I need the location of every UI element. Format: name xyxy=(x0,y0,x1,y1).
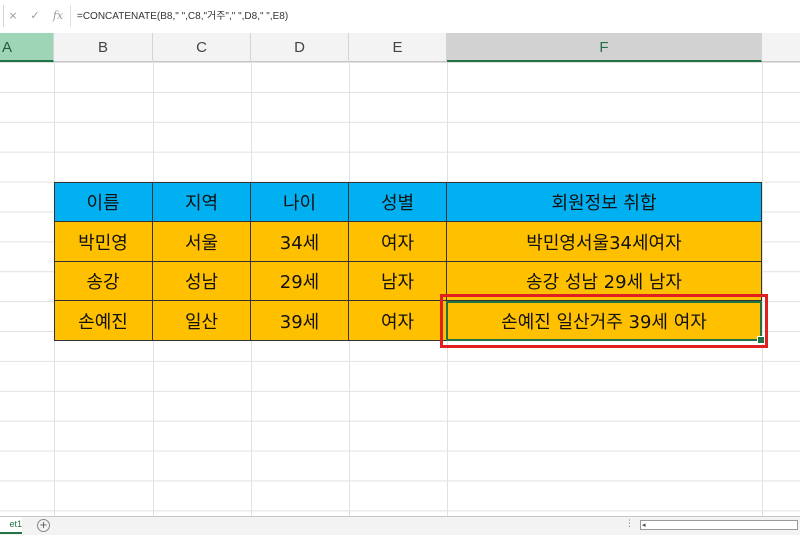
column-header-e[interactable]: E xyxy=(349,33,447,62)
gridline xyxy=(762,62,763,516)
column-header-f[interactable]: F xyxy=(447,33,762,62)
table-cell[interactable]: 송강 xyxy=(54,262,153,301)
table-cell[interactable]: 서울 xyxy=(153,222,251,262)
column-header-g[interactable] xyxy=(762,33,800,62)
column-header-c[interactable]: C xyxy=(153,33,251,62)
table-cell[interactable]: 성남 xyxy=(153,262,251,301)
table-cell[interactable]: 39세 xyxy=(251,301,349,341)
table-cell[interactable]: 손예진 xyxy=(54,301,153,341)
table-cell[interactable]: 남자 xyxy=(349,262,447,301)
sheet-tab[interactable]: et1 xyxy=(0,517,22,534)
scroll-left-icon[interactable]: ◂ xyxy=(642,521,646,529)
table-cell[interactable]: 29세 xyxy=(251,262,349,301)
table-cell[interactable]: 박민영서울34세여자 xyxy=(447,222,762,262)
sheet-bar: et1 + ⋮ ◂ xyxy=(0,516,800,535)
column-header-a[interactable]: A xyxy=(0,33,54,62)
table-header-cell[interactable]: 이름 xyxy=(54,182,153,222)
table-cell[interactable]: 박민영 xyxy=(54,222,153,262)
highlight-box xyxy=(440,294,768,348)
table-header-cell[interactable]: 나이 xyxy=(251,182,349,222)
enter-icon[interactable]: ✓ xyxy=(28,9,42,23)
table-cell[interactable]: 34세 xyxy=(251,222,349,262)
column-header-d[interactable]: D xyxy=(251,33,349,62)
horizontal-scrollbar[interactable]: ◂ xyxy=(640,520,798,530)
table-cell[interactable]: 여자 xyxy=(349,301,447,341)
formula-input[interactable]: =CONCATENATE(B8," ",C8,"거주"," ",D8," ",E… xyxy=(77,9,288,25)
table-cell[interactable]: 일산 xyxy=(153,301,251,341)
column-header-b[interactable]: B xyxy=(54,33,153,62)
table-cell[interactable]: 여자 xyxy=(349,222,447,262)
function-icon[interactable]: fx xyxy=(50,9,66,23)
name-box-edge[interactable] xyxy=(0,5,4,27)
table-header-cell[interactable]: 지역 xyxy=(153,182,251,222)
formula-bar-divider xyxy=(70,5,71,27)
formula-bar: × ✓ fx =CONCATENATE(B8," ",C8,"거주"," ",D… xyxy=(0,0,800,34)
table-header-cell[interactable]: 성별 xyxy=(349,182,447,222)
add-sheet-button[interactable]: + xyxy=(37,519,50,532)
more-icon[interactable]: ⋮ xyxy=(625,519,635,529)
table-header-cell[interactable]: 회원정보 취합 xyxy=(447,182,762,222)
cancel-icon[interactable]: × xyxy=(6,9,20,23)
